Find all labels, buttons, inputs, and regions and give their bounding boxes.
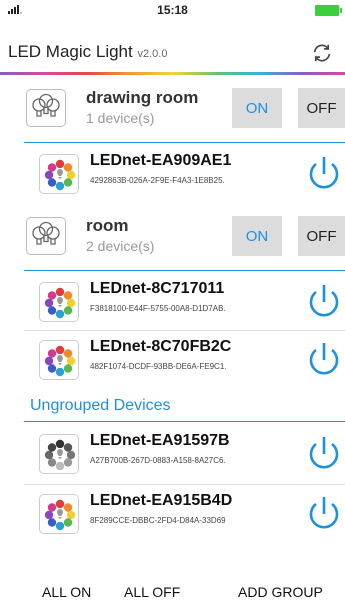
color-bulb-icon: [39, 154, 79, 194]
ungrouped-section-title: Ungrouped Devices: [30, 397, 171, 414]
refresh-icon[interactable]: [311, 42, 333, 64]
status-bar: 15:18: [0, 0, 345, 20]
group-on-button[interactable]: ON: [232, 216, 282, 256]
device-name: LEDnet-8C70FB2C: [90, 338, 232, 355]
power-icon[interactable]: [307, 282, 341, 322]
all-on-button[interactable]: ALL ON: [42, 584, 91, 600]
power-icon[interactable]: [307, 494, 341, 534]
group-device-count: 2 device(s): [86, 238, 155, 254]
power-icon[interactable]: [307, 340, 341, 380]
device-id: 482F1074-DCDF-93BB-DE6A-FE9C1.: [90, 362, 227, 371]
device-row[interactable]: LEDnet-EA909AE1 4292863B-026A-2F9E-F4A3-…: [0, 148, 345, 200]
color-bulb-icon: [39, 282, 79, 322]
row-divider: [24, 484, 345, 485]
device-id: 8F289CCE-DBBC-2FD4-D84A-33D69: [90, 516, 226, 525]
group-bulbs-icon: [26, 89, 66, 127]
device-name: LEDnet-8C717011: [90, 280, 225, 297]
device-name: LEDnet-EA915B4D: [90, 492, 233, 509]
all-off-button[interactable]: ALL OFF: [124, 584, 180, 600]
power-icon[interactable]: [307, 434, 341, 474]
device-id: A27B700B-267D-0883-A158-8A27C6.: [90, 456, 226, 465]
group-off-button[interactable]: OFF: [298, 216, 345, 256]
row-divider: [24, 330, 345, 331]
device-id: 4292863B-026A-2F9E-F4A3-1E8B25.: [90, 176, 225, 185]
app-header: LED Magic Light v2.0.0: [0, 20, 345, 75]
device-row[interactable]: LEDnet-EA915B4D 8F289CCE-DBBC-2FD4-D84A-…: [0, 488, 345, 540]
group-row-drawing-room[interactable]: drawing room 1 device(s) ON OFF: [0, 82, 345, 140]
battery-icon: [315, 5, 342, 16]
group-off-button[interactable]: OFF: [298, 88, 345, 128]
group-device-count: 1 device(s): [86, 110, 155, 126]
section-divider: [24, 421, 345, 422]
group-name: room: [86, 216, 129, 235]
device-id: F3818100-E44F-5755-00A8-D1D7AB.: [90, 304, 226, 313]
color-bulb-icon: [39, 494, 79, 534]
power-icon[interactable]: [307, 154, 341, 194]
device-row[interactable]: LEDnet-8C717011 F3818100-E44F-5755-00A8-…: [0, 276, 345, 328]
group-divider: [24, 142, 345, 143]
rainbow-divider: [0, 72, 345, 75]
group-on-button[interactable]: ON: [232, 88, 282, 128]
app-title-text: LED Magic Light: [8, 42, 133, 61]
grey-bulb-icon: [39, 434, 79, 474]
app-title: LED Magic Light v2.0.0: [8, 42, 167, 62]
add-group-button[interactable]: ADD GROUP: [238, 584, 323, 600]
group-bulbs-icon: [26, 217, 66, 255]
group-name: drawing room: [86, 88, 199, 107]
group-divider: [24, 270, 345, 271]
device-row[interactable]: LEDnet-8C70FB2C 482F1074-DCDF-93BB-DE6A-…: [0, 334, 345, 386]
app-version: v2.0.0: [137, 48, 168, 60]
color-bulb-icon: [39, 340, 79, 380]
device-row[interactable]: LEDnet-EA91597B A27B700B-267D-0883-A158-…: [0, 428, 345, 480]
device-name: LEDnet-EA909AE1: [90, 152, 232, 169]
group-row-room[interactable]: room 2 device(s) ON OFF: [0, 210, 345, 268]
footer-toolbar: ALL ON ALL OFF ADD GROUP: [0, 570, 345, 610]
device-name: LEDnet-EA91597B: [90, 432, 230, 449]
status-time: 15:18: [157, 3, 188, 17]
